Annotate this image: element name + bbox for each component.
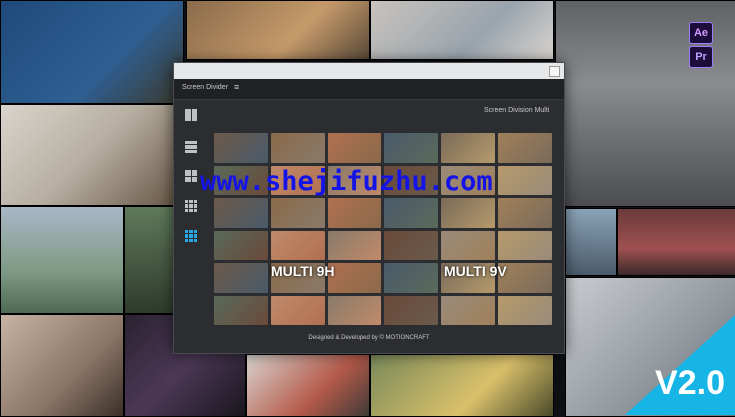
preset-thumbnail[interactable] bbox=[498, 165, 552, 195]
preset-thumbnail[interactable] bbox=[498, 198, 552, 228]
preset-thumbnail[interactable] bbox=[498, 133, 552, 163]
layout-4grid-icon[interactable] bbox=[185, 170, 197, 182]
multi-9h-label: MULTI 9H bbox=[271, 263, 335, 279]
background-photo bbox=[0, 206, 124, 314]
background-photo bbox=[565, 208, 617, 276]
preset-thumbnail[interactable] bbox=[384, 263, 439, 293]
panel-footer: Designed & Developed by © MOTIONCRAFT bbox=[308, 335, 430, 341]
preset-thumbnail[interactable] bbox=[327, 198, 382, 228]
background-photo bbox=[0, 314, 124, 417]
panel-name: Screen Divider bbox=[182, 84, 228, 91]
background-photo bbox=[617, 208, 735, 276]
background-photo bbox=[0, 0, 184, 104]
layout-9grid-active-icon[interactable] bbox=[185, 230, 197, 242]
preset-thumbnail[interactable] bbox=[327, 295, 382, 325]
preset-thumbnail[interactable] bbox=[214, 230, 268, 260]
preset-thumbnail[interactable] bbox=[270, 198, 325, 228]
preset-thumbnail[interactable] bbox=[441, 295, 496, 325]
preset-thumbnail[interactable] bbox=[214, 133, 268, 163]
background-photo bbox=[186, 0, 370, 60]
preset-thumbnail[interactable] bbox=[327, 133, 382, 163]
background-photo bbox=[370, 0, 554, 60]
preset-thumbnail[interactable] bbox=[327, 263, 382, 293]
preset-thumbnail[interactable] bbox=[441, 230, 496, 260]
panel-menu-icon[interactable]: ≡ bbox=[234, 82, 239, 92]
layout-2col-icon[interactable] bbox=[185, 109, 197, 121]
screen-divider-panel: Screen Divider ≡ Screen Division Multi M… bbox=[173, 62, 565, 354]
preset-thumbnail[interactable] bbox=[214, 198, 268, 228]
preset-thumbnail[interactable] bbox=[327, 230, 382, 260]
premiere-pro-badge: Pr bbox=[689, 46, 713, 68]
multi-9v-label: MULTI 9V bbox=[444, 263, 507, 279]
preset-thumbnail[interactable] bbox=[270, 295, 325, 325]
close-icon[interactable] bbox=[549, 66, 560, 77]
preset-thumbnail[interactable] bbox=[498, 230, 552, 260]
preset-thumbnail[interactable] bbox=[441, 133, 496, 163]
window-titlebar[interactable] bbox=[174, 63, 564, 79]
preset-thumbnail[interactable] bbox=[270, 133, 325, 163]
preset-thumbnail[interactable] bbox=[214, 263, 268, 293]
preset-thumbnail[interactable] bbox=[384, 198, 439, 228]
preset-thumbnail[interactable] bbox=[498, 295, 552, 325]
panel-header: Screen Divider ≡ bbox=[174, 79, 564, 100]
preset-thumbnail[interactable] bbox=[214, 295, 268, 325]
preset-thumbnail[interactable] bbox=[441, 198, 496, 228]
preset-thumbnail[interactable] bbox=[384, 230, 439, 260]
version-label: V2.0 bbox=[655, 364, 725, 402]
background-photo bbox=[370, 354, 554, 417]
layout-3row-icon[interactable] bbox=[185, 141, 197, 153]
watermark-text: www.shejifuzhu.com bbox=[200, 166, 493, 197]
preset-thumbnail[interactable] bbox=[384, 133, 439, 163]
background-photo bbox=[246, 354, 370, 417]
background-photo bbox=[0, 104, 174, 206]
preset-thumbnail-grid bbox=[214, 133, 552, 325]
after-effects-badge: Ae bbox=[689, 22, 713, 44]
preset-thumbnail[interactable] bbox=[270, 230, 325, 260]
preset-title: Screen Division Multi bbox=[484, 107, 550, 114]
background-photo bbox=[124, 206, 176, 314]
preset-thumbnail[interactable] bbox=[384, 295, 439, 325]
layout-9grid-icon[interactable] bbox=[185, 200, 197, 212]
